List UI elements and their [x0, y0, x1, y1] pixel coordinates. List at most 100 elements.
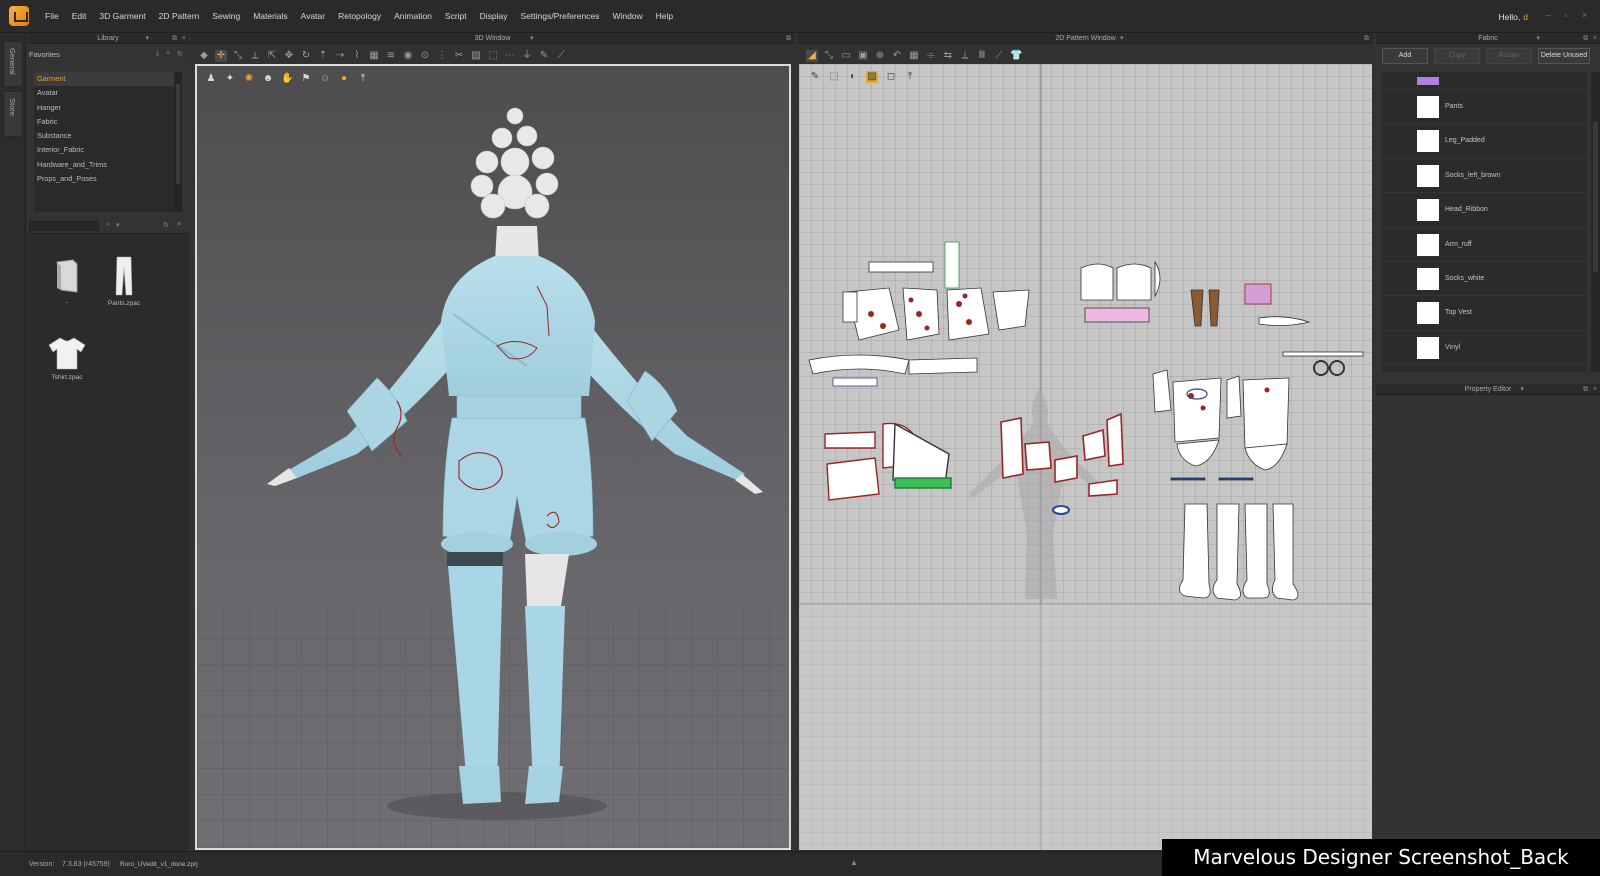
fabric-list-item[interactable]: Vinyl: [1382, 331, 1587, 366]
texture-icon[interactable]: ◐: [847, 71, 859, 83]
file-pants[interactable]: Pants.zpac: [99, 256, 149, 307]
chevron-down-icon[interactable]: ▾: [1536, 33, 1540, 44]
export-icon[interactable]: ⤒: [904, 71, 916, 83]
tree-item-garment[interactable]: Garment: [34, 72, 182, 87]
avatar-icon[interactable]: ☻: [262, 73, 274, 85]
puckering-icon[interactable]: ≋: [385, 50, 397, 62]
select-move-icon[interactable]: ◆: [198, 50, 210, 62]
brush-icon[interactable]: ✎: [538, 50, 550, 62]
chevron-down-icon[interactable]: ▾: [116, 221, 120, 229]
menu-display[interactable]: Display: [480, 11, 508, 21]
tree-item-substance[interactable]: Substance: [34, 129, 182, 143]
tree-item-props-and-poses[interactable]: Props_and_Poses: [34, 172, 182, 186]
fabric-list-item[interactable]: Arm_ruff: [1382, 228, 1587, 262]
tree-item-avatar[interactable]: Avatar: [34, 86, 182, 100]
user-greeting[interactable]: Hello, d: [1499, 12, 1528, 22]
menu-help[interactable]: Help: [656, 11, 673, 21]
undock-icon[interactable]: ⧉: [1583, 384, 1588, 395]
assign-fabric-button[interactable]: Assign: [1486, 48, 1532, 64]
free-sewing-icon[interactable]: ⇆: [942, 50, 954, 62]
transform-pattern-icon[interactable]: ◢: [806, 50, 818, 62]
menu-3d-garment[interactable]: 3D Garment: [99, 11, 145, 21]
button-icon[interactable]: ◉: [402, 50, 414, 62]
panel-close-icon[interactable]: ×: [1593, 384, 1597, 395]
file-parent-folder[interactable]: ..: [42, 258, 92, 305]
avatar-measure-icon[interactable]: ⇢: [334, 50, 346, 62]
tree-item-interior-fabric[interactable]: Interior_Fabric: [34, 143, 182, 157]
download-icon[interactable]: ⤓: [156, 50, 159, 58]
undock-icon[interactable]: ⧉: [1364, 33, 1369, 44]
maximize-icon[interactable]: ▫: [1564, 11, 1572, 20]
menu-animation[interactable]: Animation: [394, 11, 432, 21]
face-icon[interactable]: ☺: [319, 73, 331, 85]
chevron-down-icon[interactable]: ▾: [530, 33, 534, 44]
elastic-icon[interactable]: ⋯: [504, 50, 516, 62]
menu-script[interactable]: Script: [445, 11, 467, 21]
menu-avatar[interactable]: Avatar: [301, 11, 325, 21]
pattern-shirt-icon[interactable]: 👕: [1010, 50, 1022, 62]
fabric-list-item[interactable]: Socks_left_brown: [1382, 159, 1587, 194]
texture-icon[interactable]: ⬚: [487, 50, 499, 62]
refresh-icon[interactable]: ↻: [163, 221, 169, 229]
undock-icon[interactable]: ⧉: [786, 33, 791, 44]
search-icon[interactable]: ⌕: [106, 221, 110, 229]
chevron-down-icon[interactable]: ▾: [1120, 33, 1124, 44]
white-display-icon[interactable]: ◻: [885, 71, 897, 83]
chevron-up-icon[interactable]: ▲: [850, 858, 858, 867]
fabric-list-item[interactable]: Socks_white: [1382, 262, 1587, 297]
delete-unused-button[interactable]: Delete Unused: [1538, 48, 1590, 64]
menu-settings-preferences[interactable]: Settings/Preferences: [521, 11, 600, 21]
add-favorite-icon[interactable]: +: [166, 50, 170, 58]
tree-scrollbar[interactable]: [174, 72, 182, 212]
menu-file[interactable]: File: [45, 11, 59, 21]
hand-icon[interactable]: ✋: [281, 73, 293, 85]
tree-item-hardware-and-trims[interactable]: Hardware_and_Trims: [34, 158, 182, 172]
iron-icon[interactable]: ⏚: [521, 50, 533, 62]
show-sun-icon[interactable]: ✺: [243, 73, 255, 85]
tab-store[interactable]: Store: [3, 91, 23, 137]
tree-item-hanger[interactable]: Hanger: [34, 101, 182, 115]
segment-sewing-icon[interactable]: ⌯: [925, 50, 937, 62]
fabric-list-item[interactable]: Top Vest: [1382, 296, 1587, 331]
show-garment-icon[interactable]: ✦: [224, 73, 236, 85]
list-view-icon[interactable]: ≡: [177, 221, 181, 228]
show-avatar-icon[interactable]: ♟: [205, 73, 217, 85]
fold-icon[interactable]: ⟂: [249, 50, 261, 62]
buttonhole-icon[interactable]: ⊙: [419, 50, 431, 62]
tack-icon[interactable]: ✥: [283, 50, 295, 62]
file-tshirt[interactable]: Tshirt.zpac: [42, 336, 92, 381]
menu-sewing[interactable]: Sewing: [212, 11, 240, 21]
add-fabric-button[interactable]: Add: [1382, 48, 1428, 64]
panel-close-icon[interactable]: ×: [182, 33, 186, 44]
tab-general[interactable]: General: [3, 41, 23, 87]
fabric-display-icon[interactable]: ▨: [866, 71, 878, 83]
undock-icon[interactable]: ⧉: [172, 33, 177, 44]
pen-icon[interactable]: ✎: [809, 71, 821, 83]
undock-icon[interactable]: ⧉: [1583, 33, 1588, 44]
ruler-icon[interactable]: ⟋: [555, 50, 567, 62]
fabric-list-item[interactable]: Pants: [1382, 90, 1587, 125]
edit-pattern-icon[interactable]: ⤡: [823, 50, 835, 62]
fabric-list-item[interactable]: [1382, 72, 1587, 90]
polygon-icon[interactable]: ▭: [840, 50, 852, 62]
copy-fabric-button[interactable]: Copy: [1434, 48, 1480, 64]
internal-polygon-icon[interactable]: ⊕: [874, 50, 886, 62]
trim-icon[interactable]: ✂: [453, 50, 465, 62]
measure-icon[interactable]: ⇡: [317, 50, 329, 62]
ruler-icon[interactable]: ⟋: [993, 50, 1005, 62]
refresh-icon[interactable]: ↻: [177, 50, 183, 58]
select-mesh-icon[interactable]: ✛: [215, 50, 227, 62]
menu-materials[interactable]: Materials: [253, 11, 287, 21]
select-icon[interactable]: ⬚: [828, 71, 840, 83]
viewport-2d[interactable]: ✎ ⬚ ◐ ▨ ◻ ⤒: [799, 64, 1372, 850]
light-icon[interactable]: ●: [338, 73, 350, 85]
flag-icon[interactable]: ⚑: [300, 73, 312, 85]
rectangle-icon[interactable]: ▣: [857, 50, 869, 62]
close-icon[interactable]: ×: [1582, 11, 1590, 20]
library-search-input[interactable]: [29, 221, 99, 231]
panel-menu-icon[interactable]: ▾: [145, 33, 149, 44]
menu-2d-pattern[interactable]: 2D Pattern: [159, 11, 200, 21]
zipper-icon[interactable]: ⋮: [436, 50, 448, 62]
menu-window[interactable]: Window: [612, 11, 642, 21]
fabric-scrollbar[interactable]: [1591, 72, 1600, 372]
